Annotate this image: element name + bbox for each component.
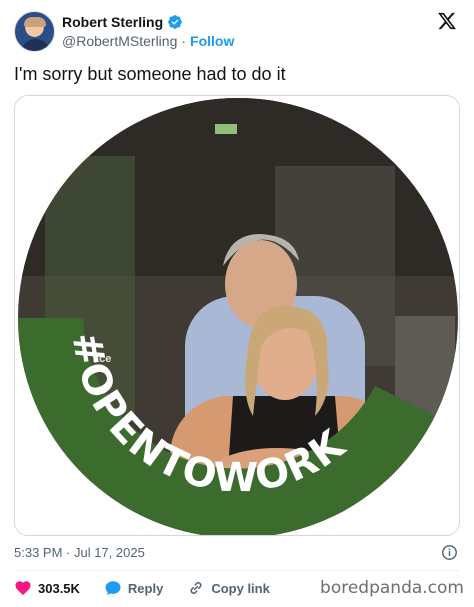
heart-icon [15,581,31,596]
copy-link-label: Copy link [211,580,270,596]
open-to-work-photo: ace #OPENTOWORK [15,96,459,535]
x-logo-icon[interactable] [437,11,457,31]
info-icon[interactable] [441,544,458,561]
user-avatar-icon[interactable] [14,11,55,52]
author-handle[interactable]: @RobertMSterling [62,33,177,49]
author-handle-row: @RobertMSterling · Follow [62,33,234,49]
follow-button[interactable]: Follow [190,33,234,49]
tweet-text: I'm sorry but someone had to do it [14,64,286,84]
verified-badge-icon [168,15,182,29]
separator-dot: · [181,33,187,49]
divider [14,570,460,571]
tweet-header: Robert Sterling @RobertMSterling · Follo… [0,0,474,60]
reply-button[interactable]: Reply [104,579,163,597]
link-icon [190,582,202,594]
source-watermark: boredpanda.com [320,578,464,598]
copy-link-button[interactable]: Copy link [187,579,270,597]
tweet-media-card[interactable]: ace #OPENTOWORK [14,95,460,536]
like-button[interactable]: 303.5K [14,579,80,597]
author-name-row: Robert Sterling [62,14,183,30]
speech-bubble-icon [105,581,121,596]
tweet-timestamp[interactable]: 5:33 PM · Jul 17, 2025 [14,545,145,560]
like-count: 303.5K [38,580,80,596]
tweet-actions: 303.5K Reply Copy link [14,578,294,598]
reply-label: Reply [127,580,164,596]
author-name[interactable]: Robert Sterling [62,14,163,30]
